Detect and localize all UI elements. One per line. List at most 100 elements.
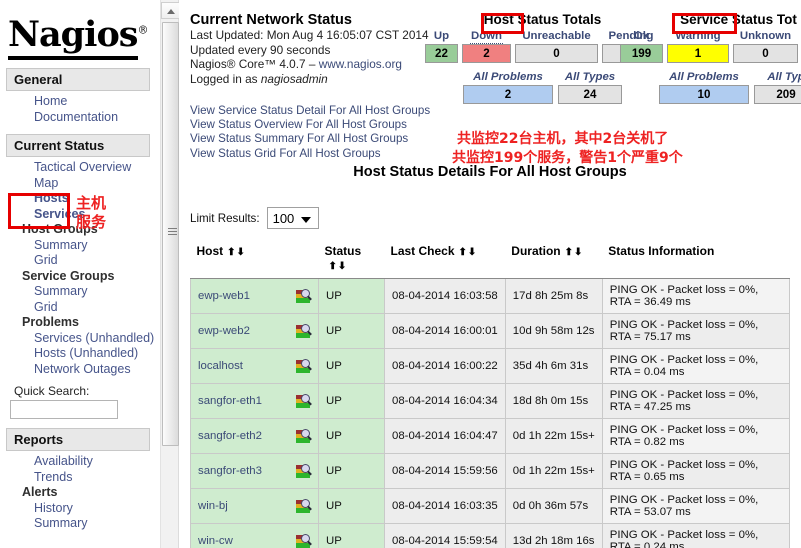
host-total-unreachable-value[interactable]: 0 — [515, 44, 598, 63]
service-total-warning-label[interactable]: Warning — [667, 30, 729, 44]
limit-results-select[interactable]: 100 — [266, 207, 319, 229]
host-link[interactable]: localhost — [198, 360, 243, 372]
host-detail-icon[interactable] — [296, 288, 312, 304]
sidebar-item-hostgroups-summary[interactable]: Summary — [0, 238, 160, 254]
service-all-types-label[interactable]: All Typ — [754, 71, 801, 85]
cell-status-information: PING OK - Packet loss = 0%, RTA = 0.04 m… — [601, 348, 791, 384]
link-status-summary[interactable]: View Status Summary For All Host Groups — [190, 132, 430, 146]
service-total-unknown-value[interactable]: 0 — [733, 44, 798, 63]
nagios-website-link[interactable]: www.nagios.org — [319, 57, 402, 71]
scroll-up-arrow-icon[interactable] — [161, 2, 180, 19]
host-detail-icon[interactable] — [296, 498, 312, 514]
limit-results-value: 100 — [272, 210, 295, 226]
host-link[interactable]: win-bj — [198, 500, 228, 512]
table-row: sangfor-eth3 UP 08-04-2014 15:59:56 0d 1h 2… — [190, 453, 791, 489]
host-total-up-label[interactable]: Up — [425, 30, 458, 44]
host-total-unreachable-label[interactable]: Unreachable — [515, 30, 598, 44]
cell-status: UP — [318, 453, 385, 489]
sort-arrows-icon[interactable]: ⬆⬇ — [227, 247, 246, 258]
cell-last-check: 08-04-2014 16:00:01 — [384, 313, 506, 349]
sidebar-item-hostgroups-grid[interactable]: Grid — [0, 253, 160, 269]
cell-status-information: PING OK - Packet loss = 0%, RTA = 0.82 m… — [601, 418, 791, 454]
column-header-host[interactable]: Host ⬆⬇ — [190, 240, 319, 279]
quick-search-input[interactable] — [10, 400, 118, 419]
service-totals-title-accent: Service — [680, 12, 729, 27]
host-detail-icon[interactable] — [296, 533, 312, 548]
sidebar-scrollbar[interactable] — [160, 0, 180, 548]
service-status-totals: Service Status Tot Ok 199 Warning 1 Unkn… — [620, 12, 801, 104]
annotation-services-chinese: 服务 — [76, 213, 107, 231]
service-total-unknown-label[interactable]: Unknown — [733, 30, 798, 44]
sort-arrows-icon[interactable]: ⬆⬇ — [329, 261, 348, 272]
service-total-ok-value[interactable]: 199 — [620, 44, 663, 63]
annotation-hosts-summary-chinese: 共监控22台主机，其中2台关机了 — [457, 131, 669, 147]
host-link[interactable]: sangfor-eth3 — [198, 465, 262, 477]
column-header-status-information[interactable]: Status Information — [602, 240, 790, 279]
last-updated-text: Last Updated: Mon Aug 4 16:05:07 CST 201… — [190, 28, 429, 42]
scrollbar-thumb[interactable] — [162, 22, 179, 446]
service-all-problems-value[interactable]: 10 — [659, 85, 749, 104]
service-all-types-value[interactable]: 209 — [754, 85, 801, 104]
status-header-title: Current Network Status — [190, 12, 352, 28]
column-header-last-check[interactable]: Last Check ⬆⬇ — [384, 240, 506, 279]
sort-arrows-icon[interactable]: ⬆⬇ — [565, 247, 584, 258]
sidebar-item-servicegroups-summary[interactable]: Summary — [0, 284, 160, 300]
host-link[interactable]: ewp-web2 — [198, 325, 250, 337]
sidebar-item-alerts: Alerts — [22, 485, 58, 499]
logo-text: Nagios — [8, 14, 138, 60]
host-detail-icon[interactable] — [296, 428, 312, 444]
cell-status: UP — [318, 278, 385, 314]
sidebar-item-servicegroups-grid[interactable]: Grid — [0, 300, 160, 316]
sidebar-item-map[interactable]: Map — [0, 176, 160, 192]
host-all-types-value[interactable]: 24 — [558, 85, 622, 104]
service-total-ok-label[interactable]: Ok — [620, 30, 663, 44]
service-all-problems-label[interactable]: All Problems — [659, 71, 749, 85]
cell-host: ewp-web1 — [190, 278, 319, 314]
host-totals-title-accent: Host — [483, 12, 514, 27]
host-all-problems-label[interactable]: All Problems — [463, 71, 553, 85]
host-total-down-label[interactable]: Down — [469, 30, 503, 44]
link-status-overview[interactable]: View Status Overview For All Host Groups — [190, 118, 430, 132]
host-link[interactable]: sangfor-eth1 — [198, 395, 262, 407]
service-totals-title: Service Status Tot — [620, 12, 801, 27]
link-status-grid[interactable]: View Status Grid For All Host Groups — [190, 147, 430, 161]
cell-duration: 18d 8h 0m 15s — [504, 383, 603, 419]
host-all-types-label[interactable]: All Types — [558, 71, 622, 85]
host-link[interactable]: sangfor-eth2 — [198, 430, 262, 442]
host-link[interactable]: win-cw — [198, 535, 233, 547]
sidebar-item-home[interactable]: Home — [0, 94, 160, 110]
host-totals-title-rest: Status Totals — [517, 12, 602, 27]
column-header-duration[interactable]: Duration ⬆⬇ — [505, 240, 603, 279]
sidebar-item-trends[interactable]: Trends — [0, 470, 160, 486]
sidebar-item-problems-services-unhandled[interactable]: Services (Unhandled) — [0, 331, 160, 347]
sidebar-item-alerts-summary[interactable]: Summary — [0, 516, 160, 532]
table-row: ewp-web1 UP 08-04-2014 16:03:58 17d 8h 25m … — [190, 278, 791, 314]
host-detail-icon[interactable] — [296, 463, 312, 479]
host-detail-icon[interactable] — [296, 323, 312, 339]
host-all-problems: All Problems 2 — [463, 71, 553, 104]
host-detail-icon[interactable] — [296, 393, 312, 409]
sort-arrows-icon[interactable]: ⬆⬇ — [459, 247, 478, 258]
column-header-status[interactable]: Status ⬆⬇ — [318, 240, 385, 279]
sidebar-item-tactical-overview[interactable]: Tactical Overview — [0, 160, 160, 176]
service-total-warning-value[interactable]: 1 — [667, 44, 729, 63]
sidebar-item-documentation[interactable]: Documentation — [0, 110, 160, 126]
main-content: Current Network Status Last Updated: Mon… — [179, 0, 801, 548]
nagios-status-page: Nagios® General Home Documentation Curre… — [0, 0, 801, 548]
nagios-logo[interactable]: Nagios® — [0, 0, 160, 60]
host-total-up-value[interactable]: 22 — [425, 44, 458, 63]
cell-status: UP — [318, 418, 385, 454]
sidebar-item-service-groups: Service Groups — [22, 268, 115, 283]
host-total-down-value[interactable]: 2 — [462, 44, 511, 63]
host-all-problems-value[interactable]: 2 — [463, 85, 553, 104]
sidebar-item-problems-hosts-unhandled[interactable]: Hosts (Unhandled) — [0, 346, 160, 362]
status-header: Current Network Status Last Updated: Mon… — [190, 12, 429, 86]
sidebar-item-availability[interactable]: Availability — [0, 454, 160, 470]
host-detail-icon[interactable] — [296, 358, 312, 374]
link-service-status-detail[interactable]: View Service Status Detail For All Host … — [190, 104, 430, 118]
sidebar-item-alerts-history[interactable]: History — [0, 501, 160, 517]
host-link[interactable]: ewp-web1 — [198, 290, 250, 302]
cell-duration: 17d 8h 25m 8s — [504, 278, 603, 314]
cell-host: localhost — [190, 348, 319, 384]
sidebar-item-network-outages[interactable]: Network Outages — [0, 362, 160, 378]
